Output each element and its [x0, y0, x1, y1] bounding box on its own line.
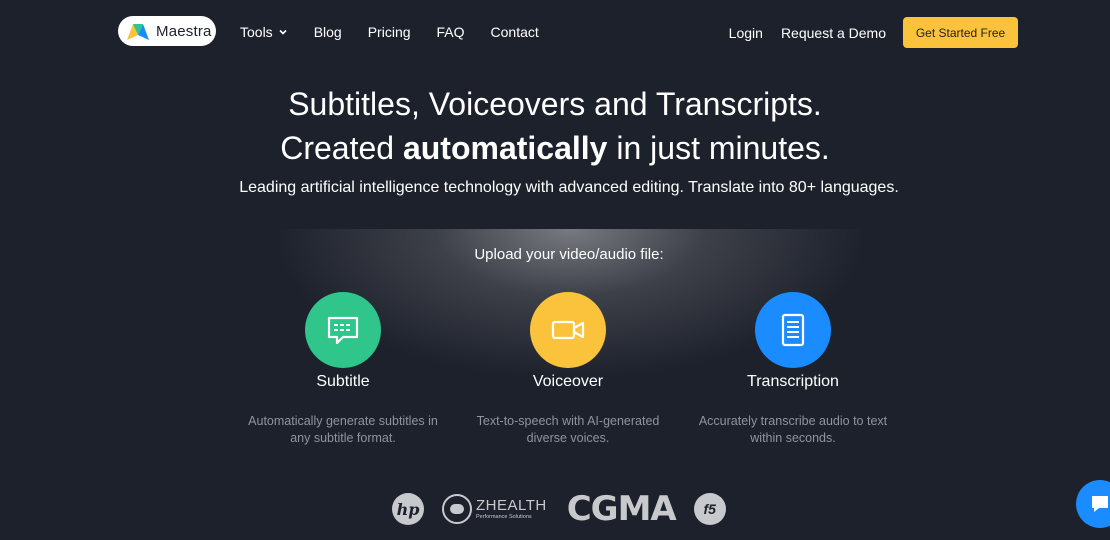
brand-name: Maestra: [156, 22, 212, 40]
voiceover-circle[interactable]: [530, 292, 606, 368]
client-logos: hp ZHEALTH Performance Solutions CGMA f5: [392, 489, 726, 529]
chat-widget-button[interactable]: [1076, 480, 1110, 528]
subtitle-desc-line2: any subtitle format.: [290, 431, 396, 445]
maestra-logo-icon: [127, 24, 149, 40]
subtitle-title: Subtitle: [316, 373, 370, 390]
transcription-desc-line1: Accurately transcribe audio to text: [698, 414, 888, 428]
headline-line1: Subtitles, Voiceovers and Transcripts.: [288, 86, 822, 122]
nav-actions: Login Request a Demo Get Started Free: [729, 17, 1018, 48]
zhealth-brain-icon: [442, 494, 472, 524]
get-started-button[interactable]: Get Started Free: [903, 17, 1018, 48]
headline-line2-pre: Created: [280, 130, 403, 166]
zhealth-text: ZHEALTH Performance Solutions: [476, 498, 547, 521]
subtitle-card[interactable]: Subtitle Automatically generate subtitle…: [233, 292, 453, 447]
voiceover-desc-line2: diverse voices.: [526, 431, 610, 445]
subtitle-bubble-icon: [327, 316, 359, 345]
upload-label: Upload your video/audio file:: [474, 246, 664, 263]
hp-logo: hp: [392, 493, 424, 525]
transcription-desc-line2: within seconds.: [750, 431, 836, 445]
zhealth-word: ZHEALTH: [476, 496, 547, 514]
zhealth-logo: ZHEALTH Performance Solutions: [442, 494, 547, 524]
subtitle-description: Automatically generate subtitles in any …: [233, 413, 453, 447]
nav-blog[interactable]: Blog: [314, 24, 342, 40]
maestra-logo[interactable]: Maestra: [118, 16, 216, 46]
voiceover-title: Voiceover: [532, 373, 604, 390]
document-icon: [781, 313, 805, 347]
nav-tools[interactable]: Tools: [240, 24, 288, 40]
hero-headline: Subtitles, Voiceovers and Transcripts. C…: [0, 82, 1110, 170]
transcription-title: Transcription: [747, 373, 839, 390]
video-camera-icon: [551, 320, 585, 340]
zhealth-sub: Performance Solutions: [476, 513, 532, 520]
f5-logo: f5: [693, 493, 726, 525]
chevron-down-icon: [279, 29, 287, 35]
chat-bubble-icon: [1092, 496, 1108, 512]
nav-contact[interactable]: Contact: [491, 24, 539, 40]
transcription-circle[interactable]: [755, 292, 831, 368]
hero-subheadline: Leading artificial intelligence technolo…: [239, 179, 899, 196]
nav-links: Tools Blog Pricing FAQ Contact: [240, 24, 565, 40]
nav-tools-label: Tools: [240, 24, 273, 40]
headline-line2: Created automatically in just minutes.: [0, 126, 1110, 170]
top-nav: Maestra Tools Blog Pricing FAQ Contact L…: [0, 0, 1110, 64]
headline-line2-bold: automatically: [402, 130, 608, 166]
voiceover-card[interactable]: Voiceover Text-to-speech with AI-generat…: [458, 292, 678, 447]
cgma-logo: CGMA: [566, 489, 677, 529]
subtitle-desc-line1: Automatically generate subtitles in: [248, 414, 438, 428]
voiceover-description: Text-to-speech with AI-generated diverse…: [458, 413, 678, 447]
transcription-description: Accurately transcribe audio to text with…: [683, 413, 903, 447]
login-link[interactable]: Login: [729, 25, 763, 41]
nav-pricing[interactable]: Pricing: [368, 24, 411, 40]
voiceover-desc-line1: Text-to-speech with AI-generated: [476, 414, 660, 428]
subtitle-circle[interactable]: [305, 292, 381, 368]
request-demo-link[interactable]: Request a Demo: [781, 25, 886, 41]
headline-line2-post: in just minutes.: [607, 130, 830, 166]
nav-faq[interactable]: FAQ: [437, 24, 465, 40]
transcription-card[interactable]: Transcription Accurately transcribe audi…: [683, 292, 903, 447]
